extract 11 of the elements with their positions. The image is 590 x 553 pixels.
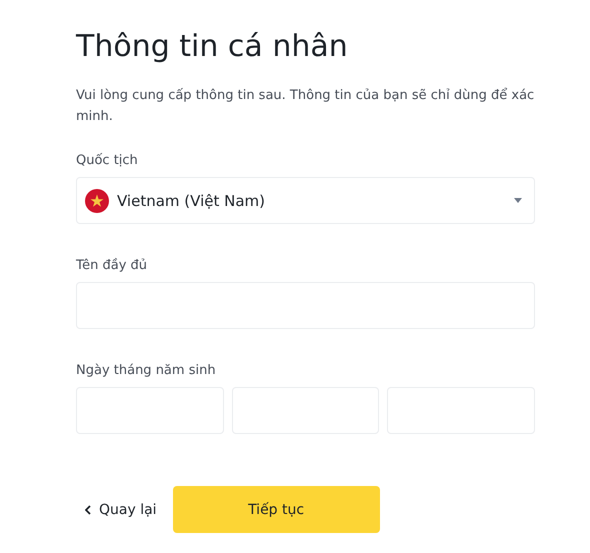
- description-text: Vui lòng cung cấp thông tin sau. Thông tin của bạn sẽ chỉ dùng để xác minh.: [76, 86, 535, 126]
- field-label: Ngày tháng năm sinh: [76, 362, 217, 380]
- page-title: Thông tin cá nhân: [76, 28, 349, 66]
- field-label: Tên đầy đủ: [76, 257, 148, 275]
- chevron-left-icon: [85, 504, 91, 514]
- caret-icon: [514, 198, 522, 203]
- flag-icon: [85, 188, 109, 212]
- back-button[interactable]: Quay lại: [76, 486, 173, 533]
- nationality-select[interactable]: Vietnam (Việt Nam): [76, 177, 535, 224]
- continue-button[interactable]: Tiếp tục: [172, 486, 380, 533]
- field-label: Quốc tịch: [76, 152, 139, 170]
